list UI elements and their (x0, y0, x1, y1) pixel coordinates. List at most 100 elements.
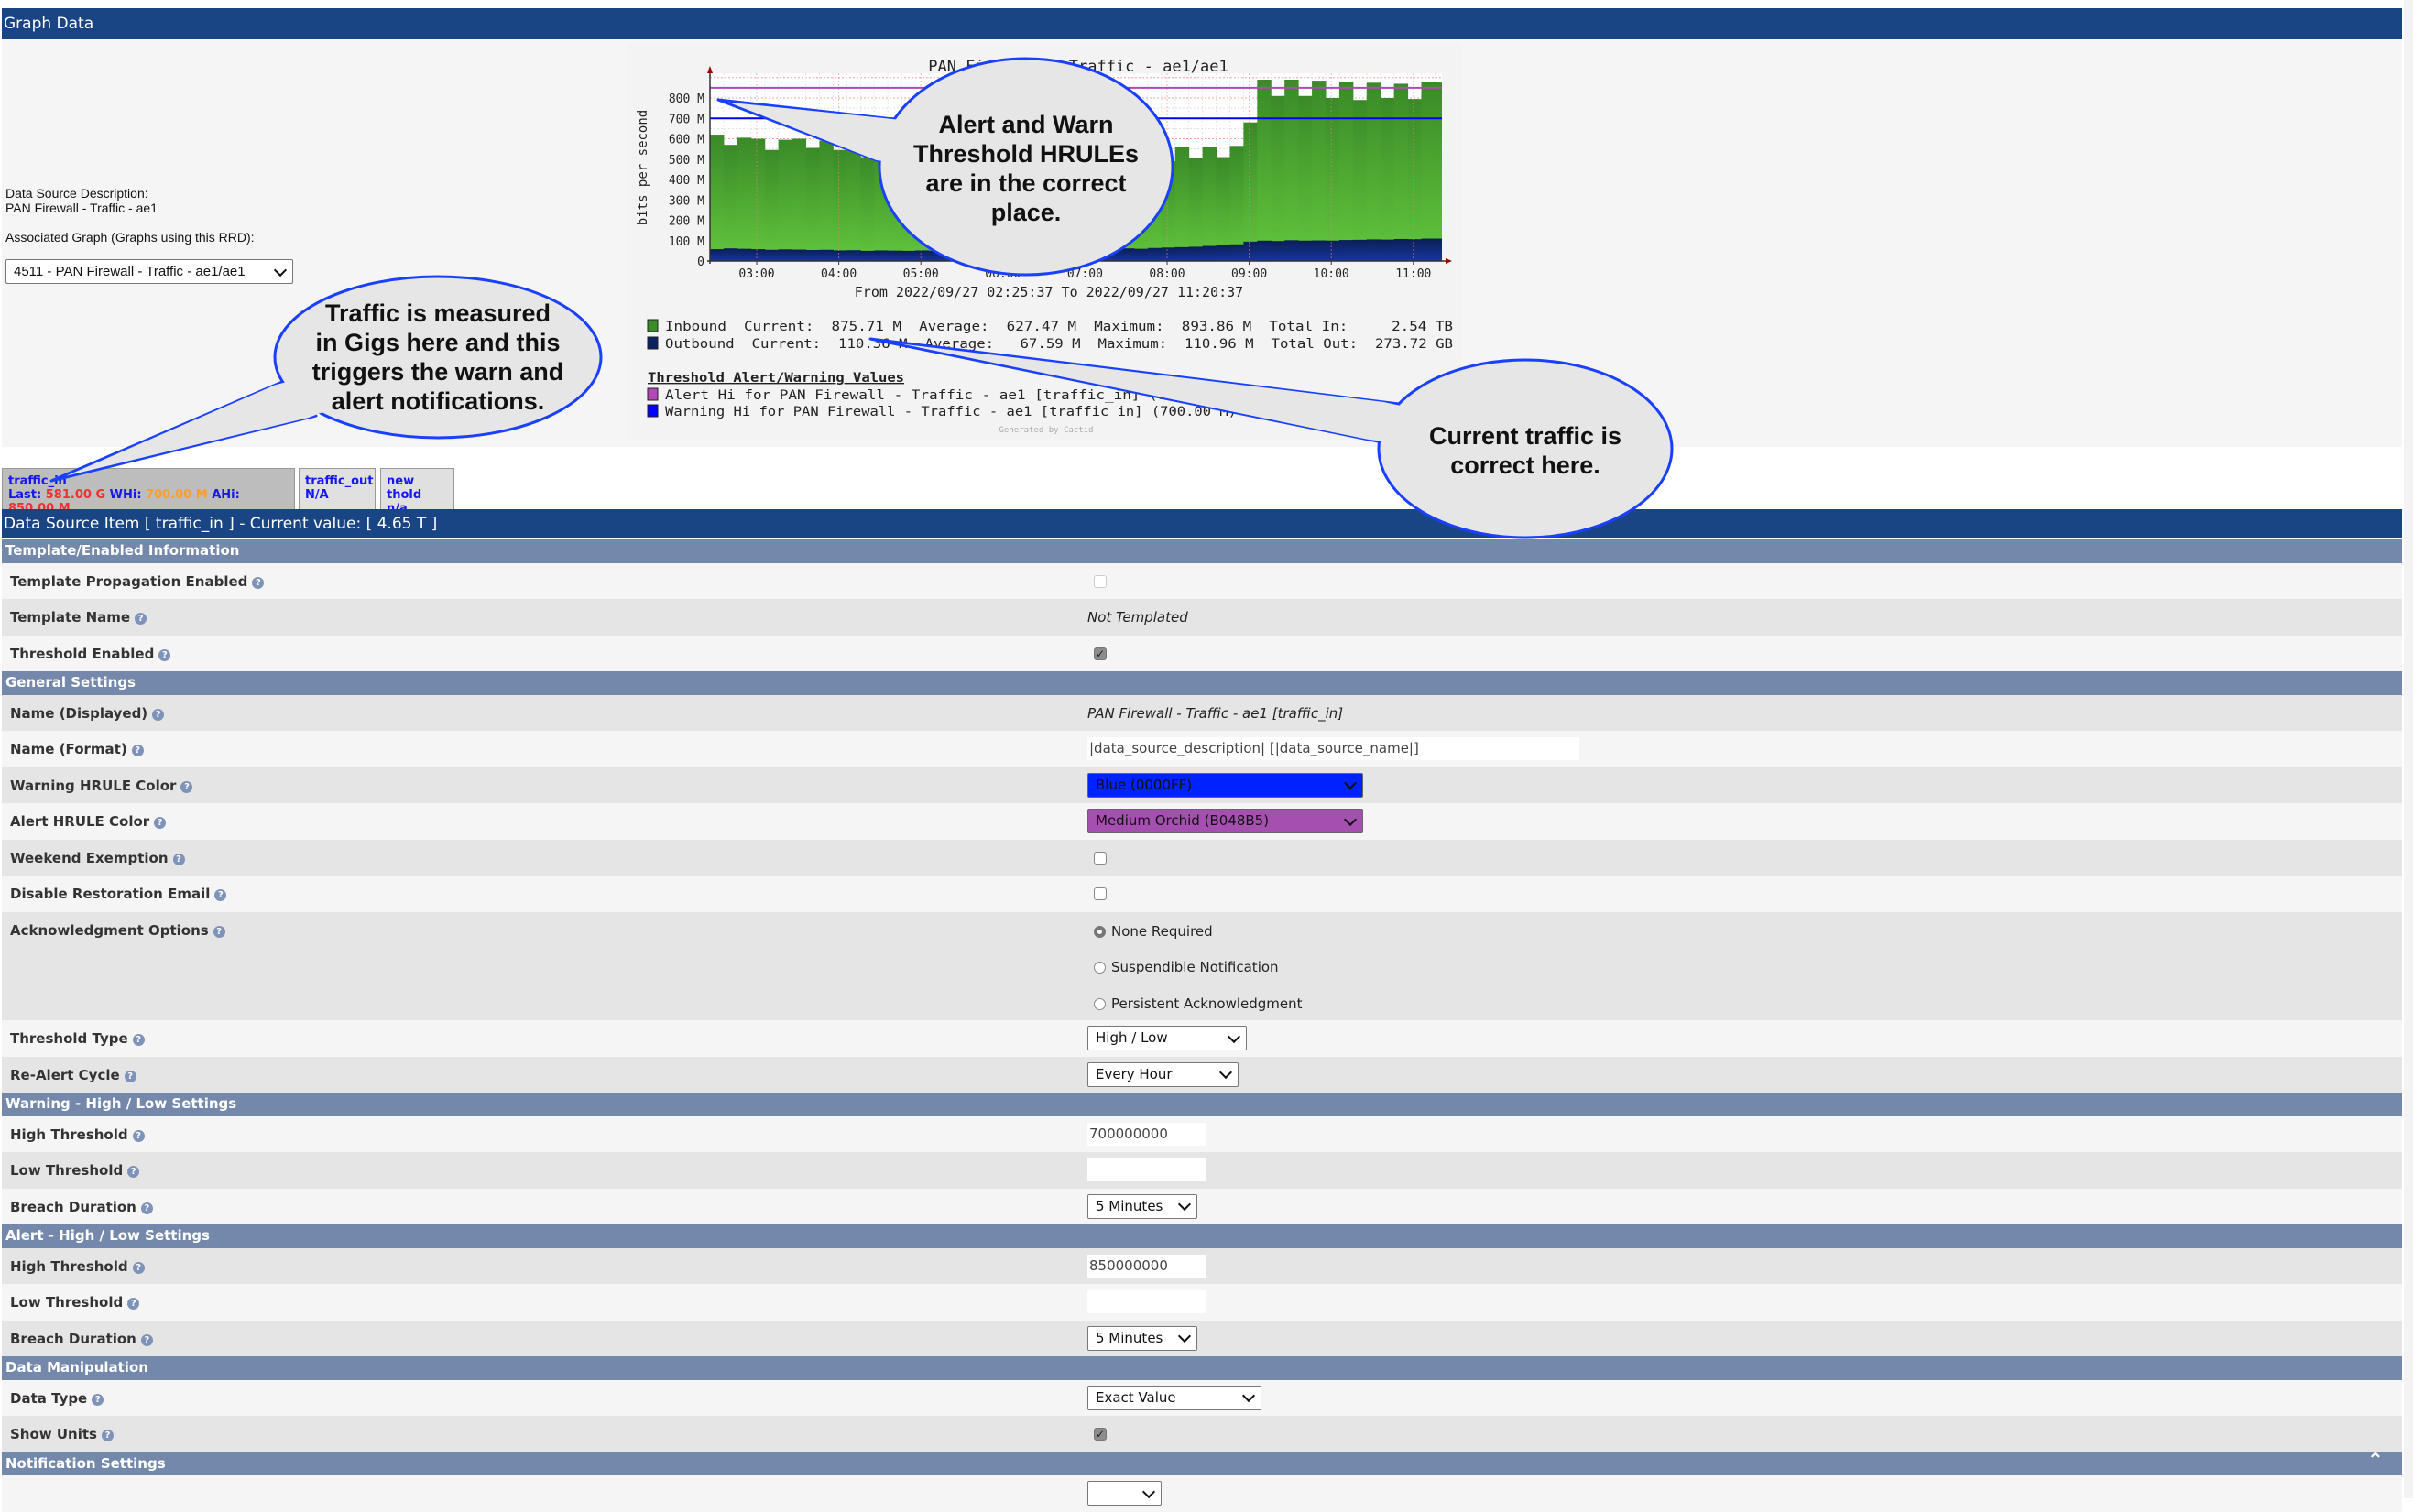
radio-option[interactable]: Suspendible Notification (1094, 959, 1279, 975)
threshold-text: Warning Hi for PAN Firewall - Traffic - … (665, 405, 1237, 419)
section-header: Warning - High / Low Settings (2, 1093, 2402, 1116)
text-input[interactable] (1087, 1290, 1206, 1313)
help-icon[interactable]: ? (101, 1430, 114, 1441)
outbound-bar (1038, 249, 1053, 261)
scrollbar[interactable] (2404, 0, 2413, 1498)
outbound-bar (737, 248, 752, 261)
text-input[interactable]: 850000000 (1087, 1254, 1206, 1278)
outbound-bar (997, 249, 1012, 261)
outbound-bar (1243, 241, 1258, 261)
field-label: Show Units? (10, 1426, 114, 1442)
help-icon[interactable]: ? (140, 1202, 153, 1214)
inbound-bar (1312, 81, 1327, 262)
tab-name: traffic_out (305, 474, 374, 488)
help-icon[interactable]: ? (127, 1166, 140, 1178)
chevron-down-icon (1241, 1388, 1256, 1403)
text-input[interactable]: |data_source_description| [|data_source_… (1087, 737, 1579, 760)
radio-option[interactable]: None Required (1094, 923, 1213, 940)
help-icon[interactable]: ? (214, 889, 227, 901)
double-chevron-up-icon[interactable]: ⌃ (2367, 1451, 2384, 1471)
select-dropdown[interactable]: 5 Minutes (1087, 1193, 1197, 1219)
select-dropdown[interactable]: Blue (0000FF) (1087, 772, 1363, 798)
help-icon[interactable]: ? (131, 745, 144, 756)
select-value: 5 Minutes (1096, 1197, 1163, 1214)
field-label: Acknowledgment Options? (10, 922, 225, 939)
radio-button[interactable] (1094, 962, 1106, 974)
checkbox[interactable]: ✓ (1094, 1428, 1107, 1441)
field-label: Name (Displayed)? (10, 705, 165, 722)
y-tick-label: 600 M (669, 134, 704, 147)
text-input[interactable]: 700000000 (1087, 1122, 1206, 1146)
outbound-bar (723, 248, 738, 261)
help-icon[interactable]: ? (140, 1333, 153, 1346)
section-header: Notification Settings ⌃ (2, 1451, 2402, 1475)
inbound-bar (1107, 149, 1121, 261)
inbound-bar (1393, 83, 1409, 261)
chevron-down-icon (1343, 812, 1358, 826)
outbound-bar (1257, 240, 1272, 261)
help-icon[interactable]: ? (92, 1393, 104, 1406)
radio-button[interactable] (1094, 997, 1106, 1010)
checkbox (1094, 574, 1107, 588)
outbound-bar (983, 250, 999, 261)
help-icon[interactable]: ? (132, 1129, 145, 1142)
help-icon[interactable]: ? (158, 648, 171, 661)
help-icon[interactable]: ? (154, 817, 167, 829)
y-axis-label: bits per second (636, 110, 650, 225)
outbound-bar (1435, 238, 1442, 261)
traffic-graph: PAN Firewall - Traffic - ae1/ae1 bits per… (628, 43, 1461, 440)
select-dropdown[interactable]: 5 Minutes (1087, 1325, 1197, 1351)
help-icon[interactable]: ? (135, 613, 147, 625)
help-icon[interactable]: ? (132, 1034, 145, 1046)
outbound-bar (915, 250, 930, 261)
help-icon[interactable]: ? (124, 1070, 136, 1082)
outbound-bar (1107, 248, 1121, 261)
radio-option[interactable]: Persistent Acknowledgment (1094, 995, 1303, 1012)
help-icon[interactable]: ? (132, 1261, 145, 1274)
select-dropdown[interactable] (1087, 1481, 1162, 1506)
text-input[interactable] (1087, 1158, 1206, 1181)
select-value: Every Hour (1096, 1065, 1173, 1082)
checkbox[interactable]: ✓ (1094, 647, 1107, 660)
help-icon[interactable]: ? (213, 925, 225, 938)
select-dropdown[interactable]: Every Hour (1087, 1061, 1239, 1087)
threshold-form: Template/Enabled Information Template Pro… (2, 539, 2402, 1512)
form-row: Low Threshold? (2, 1152, 2402, 1189)
field-label-text: Re-Alert Cycle (10, 1066, 120, 1083)
inbound-bar (1257, 79, 1272, 261)
inbound-bar (860, 157, 875, 261)
inbound-bar (778, 139, 793, 261)
tab-new-thold[interactable]: new thold n/a (380, 468, 454, 516)
help-icon[interactable]: ? (127, 1298, 140, 1310)
outbound-bar (1120, 248, 1135, 261)
radio-button[interactable] (1094, 925, 1106, 938)
outbound-bar (819, 249, 834, 261)
inbound-bar (1326, 98, 1340, 261)
section-header: Template/Enabled Information (2, 539, 2402, 563)
help-icon[interactable]: ? (180, 780, 193, 793)
outbound-bar (901, 250, 916, 261)
checkbox[interactable] (1094, 887, 1107, 900)
select-dropdown[interactable]: Medium Orchid (B048B5) (1087, 809, 1363, 833)
form-row: Low Threshold? (2, 1284, 2402, 1321)
radio-label: None Required (1111, 922, 1213, 940)
field-label: Name (Format)? (10, 741, 144, 757)
outbound-bar (1079, 249, 1094, 261)
tab-traffic-out[interactable]: traffic_out N/A (299, 468, 376, 509)
inbound-bar (1093, 155, 1108, 261)
field-label: Template Name? (10, 609, 147, 625)
tab-traffic-in[interactable]: traffic_in Last: 581.00 G WHi: 700.00 M … (2, 468, 295, 516)
help-icon[interactable]: ? (152, 708, 165, 721)
checkbox[interactable] (1094, 851, 1107, 865)
y-tick-label: 500 M (669, 154, 704, 168)
inbound-bar (805, 147, 820, 261)
inbound-bar (792, 138, 807, 261)
whi-value: 700.00 M (146, 488, 208, 502)
form-row: Threshold Type? High / Low (2, 1020, 2402, 1057)
help-icon[interactable]: ? (172, 853, 185, 865)
help-icon[interactable]: ? (252, 576, 265, 589)
select-dropdown[interactable]: High / Low (1087, 1026, 1247, 1050)
field-label: Warning HRULE Color? (10, 778, 193, 794)
select-dropdown[interactable]: Exact Value (1087, 1385, 1261, 1410)
inbound-bar (1065, 154, 1080, 261)
